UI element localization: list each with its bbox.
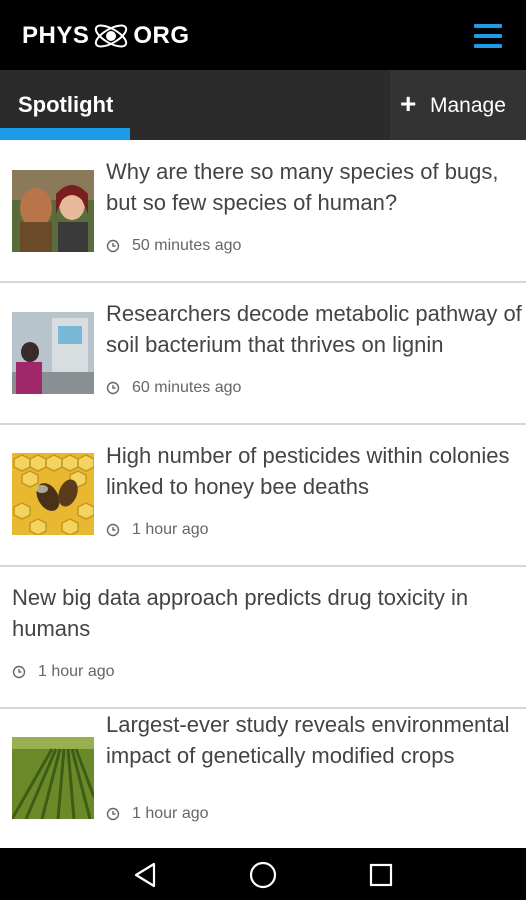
- article-meta: 50 minutes ago: [106, 237, 241, 255]
- back-icon[interactable]: [130, 860, 160, 890]
- article-time: 1 hour ago: [38, 663, 115, 680]
- app-bar: PHYS ORG: [0, 0, 526, 70]
- article-meta: 1 hour ago: [12, 663, 115, 681]
- article-meta: 1 hour ago: [106, 521, 209, 539]
- article-item[interactable]: Largest-ever study reveals environmental…: [0, 709, 526, 848]
- home-icon[interactable]: [248, 860, 278, 890]
- logo-text-left: PHYS: [22, 22, 90, 49]
- article-item[interactable]: Researchers decode metabolic pathway of …: [0, 283, 526, 425]
- article-title[interactable]: New big data approach predicts drug toxi…: [12, 582, 517, 644]
- article-meta: 60 minutes ago: [106, 379, 241, 397]
- system-nav-bar: [0, 848, 526, 900]
- article-title[interactable]: Largest-ever study reveals environmental…: [106, 709, 524, 771]
- article-title[interactable]: Why are there so many species of bugs, b…: [106, 156, 524, 218]
- article-title[interactable]: High number of pesticides within colonie…: [106, 440, 524, 502]
- manage-label: Manage: [430, 94, 506, 117]
- article-time: 1 hour ago: [132, 805, 209, 822]
- active-tab-indicator: [0, 128, 130, 140]
- clock-icon: [106, 381, 120, 395]
- article-thumbnail: [12, 737, 94, 819]
- article-time: 60 minutes ago: [132, 379, 242, 396]
- logo-text-right: ORG: [133, 22, 190, 49]
- clock-icon: [106, 523, 120, 537]
- plus-icon: +: [400, 88, 417, 119]
- article-item[interactable]: High number of pesticides within colonie…: [0, 425, 526, 567]
- article-item[interactable]: Why are there so many species of bugs, b…: [0, 140, 526, 283]
- article-time: 50 minutes ago: [132, 237, 242, 254]
- article-thumbnail: [12, 170, 94, 252]
- article-thumbnail: [12, 312, 94, 394]
- clock-icon: [106, 239, 120, 253]
- physorg-logo[interactable]: PHYS ORG: [22, 18, 190, 54]
- clock-icon: [12, 665, 26, 679]
- article-title[interactable]: Researchers decode metabolic pathway of …: [106, 298, 524, 360]
- tab-spotlight-label: Spotlight: [18, 92, 114, 117]
- hamburger-menu-icon[interactable]: [470, 22, 506, 50]
- clock-icon: [106, 807, 120, 821]
- article-item[interactable]: New big data approach predicts drug toxi…: [0, 567, 526, 709]
- manage-button[interactable]: + Manage: [390, 70, 526, 140]
- recents-icon[interactable]: [366, 860, 396, 890]
- article-meta: 1 hour ago: [106, 805, 209, 823]
- article-time: 1 hour ago: [132, 521, 209, 538]
- article-thumbnail: [12, 453, 94, 535]
- atom-icon: [91, 18, 131, 54]
